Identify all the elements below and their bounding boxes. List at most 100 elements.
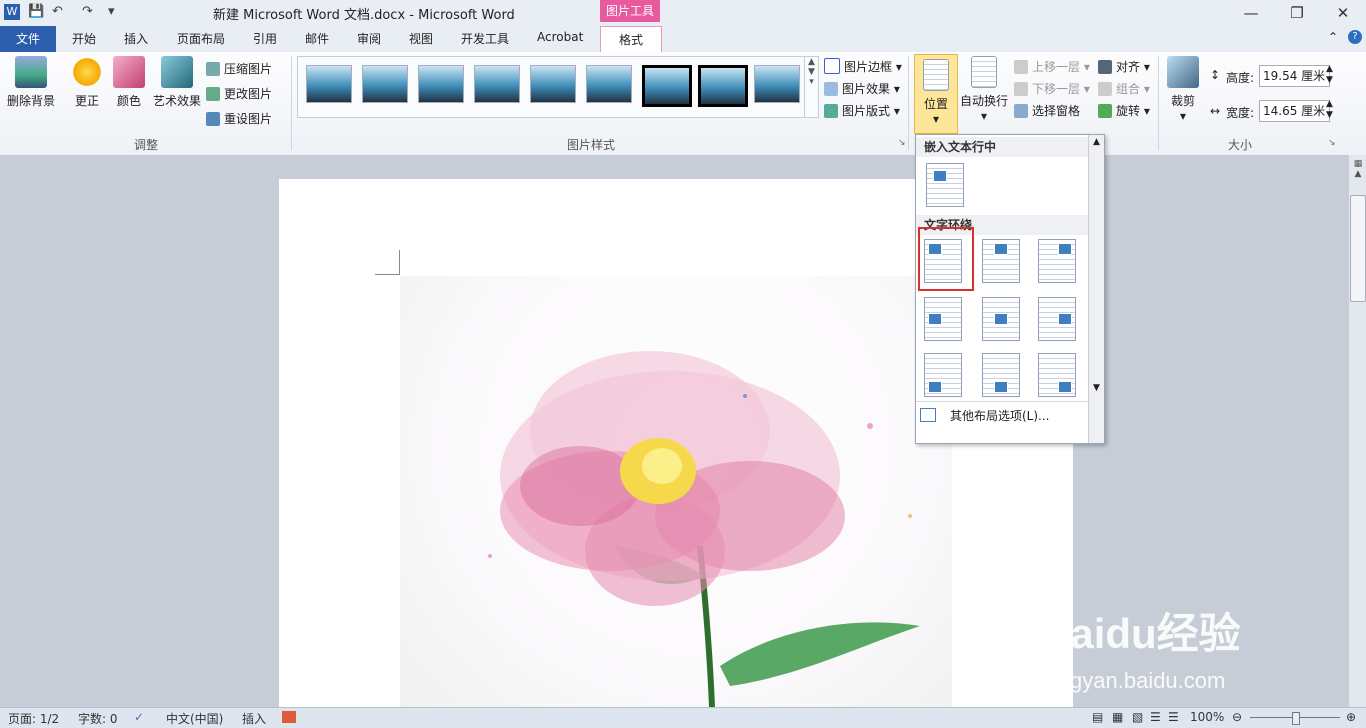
tab-insert[interactable]: 插入 [124, 30, 148, 47]
bring-forward-button[interactable]: 上移一层 ▾ [1014, 58, 1090, 75]
redo-icon[interactable]: ↷ [82, 4, 93, 19]
crop-icon [1167, 56, 1199, 88]
position-bottom-center-option[interactable] [982, 353, 1020, 397]
picture-style-4[interactable] [474, 65, 520, 103]
picture-style-9[interactable] [754, 65, 800, 103]
picture-style-2[interactable] [362, 65, 408, 103]
peony-watercolor-image[interactable] [400, 276, 952, 708]
undo-icon[interactable]: ↶ [52, 4, 63, 19]
size-dialog-launcher-icon[interactable]: ↘ [1328, 138, 1336, 148]
width-spinner[interactable]: ▲ ▼ [1326, 99, 1333, 121]
height-spinner[interactable]: ▲ ▼ [1326, 64, 1333, 86]
position-middle-right-option[interactable] [1038, 297, 1076, 341]
inline-with-text-option[interactable] [926, 163, 964, 207]
position-button[interactable]: 位置 ▾ [914, 54, 958, 134]
reset-picture-button[interactable]: 重设图片 [206, 110, 272, 127]
customize-icon[interactable]: ▾ [108, 4, 115, 19]
wrap-text-icon [971, 56, 997, 88]
tab-format[interactable]: 格式 [600, 26, 662, 54]
position-bottom-right-option[interactable] [1038, 353, 1076, 397]
picture-style-3[interactable] [418, 65, 464, 103]
change-picture-button[interactable]: 更改图片 [206, 85, 272, 102]
layout-options-icon [920, 408, 936, 422]
align-button[interactable]: 对齐 ▾ [1098, 58, 1150, 75]
zoom-slider-thumb[interactable] [1292, 712, 1300, 725]
corrections-button[interactable]: 更正 [70, 56, 104, 109]
bring-forward-icon [1014, 60, 1028, 74]
zoom-level[interactable]: 100% [1190, 710, 1224, 724]
position-top-right-option[interactable] [1038, 239, 1076, 283]
position-middle-center-option[interactable] [982, 297, 1020, 341]
full-screen-view-icon[interactable]: ▦ [1112, 710, 1123, 724]
watermark-url: jingyan.baidu.com [1048, 668, 1226, 693]
more-layout-options-button[interactable]: 其他布局选项(L)... [920, 407, 1050, 424]
tab-acrobat[interactable]: Acrobat [537, 30, 583, 44]
zoom-out-icon[interactable]: ⊖ [1232, 710, 1242, 724]
tab-references[interactable]: 引用 [253, 30, 277, 47]
tab-mailings[interactable]: 邮件 [305, 30, 329, 47]
separator [908, 56, 909, 150]
dialog-launcher-icon[interactable]: ↘ [898, 138, 906, 148]
tab-page-layout[interactable]: 页面布局 [177, 30, 225, 47]
crop-button[interactable]: 裁剪 ▾ [1164, 56, 1202, 123]
tab-home[interactable]: 开始 [72, 30, 96, 47]
tab-developer[interactable]: 开发工具 [461, 30, 509, 47]
insert-mode[interactable]: 插入 [242, 710, 266, 727]
picture-border-button[interactable]: 图片边框 ▾ [824, 58, 902, 75]
picture-layout-button[interactable]: 图片版式 ▾ [824, 102, 900, 119]
ribbon-collapse-icon[interactable]: ⌃ [1328, 30, 1338, 44]
close-icon[interactable]: ✕ [1328, 4, 1358, 22]
web-layout-view-icon[interactable]: ▧ [1132, 710, 1143, 724]
width-input[interactable]: 14.65 厘米 [1259, 100, 1330, 122]
send-backward-button[interactable]: 下移一层 ▾ [1014, 80, 1090, 97]
watermark-brand: Baidu经验 [1040, 610, 1241, 657]
word-count[interactable]: 字数: 0 [78, 710, 118, 727]
scrollbar-thumb[interactable] [1350, 195, 1366, 302]
rotate-button[interactable]: 旋转 ▾ [1098, 102, 1150, 119]
wrap-text-button[interactable]: 自动换行 ▾ [958, 56, 1010, 123]
zoom-in-icon[interactable]: ⊕ [1346, 710, 1356, 724]
position-top-center-option[interactable] [982, 239, 1020, 283]
remove-background-button[interactable]: 删除背景 [4, 56, 58, 109]
tab-review[interactable]: 审阅 [357, 30, 381, 47]
selection-pane-button[interactable]: 选择窗格 [1014, 102, 1080, 119]
tab-file[interactable]: 文件 [0, 26, 56, 52]
print-layout-view-icon[interactable]: ▤ [1092, 710, 1103, 724]
picture-effects-button[interactable]: 图片效果 ▾ [824, 80, 900, 97]
separator [291, 56, 292, 150]
outline-view-icon[interactable]: ☰ [1150, 710, 1161, 724]
scroll-up-icon[interactable]: ▲ [1349, 169, 1366, 179]
send-backward-icon [1014, 82, 1028, 96]
picture-style-1[interactable] [306, 65, 352, 103]
restore-icon[interactable]: ❐ [1282, 4, 1312, 22]
tab-view[interactable]: 视图 [409, 30, 433, 47]
word-app-icon[interactable]: W [4, 4, 20, 20]
position-icon [923, 59, 949, 91]
save-icon[interactable]: 💾 [28, 4, 44, 19]
compress-pictures-button[interactable]: 压缩图片 [206, 60, 272, 77]
color-button[interactable]: 颜色 [112, 56, 146, 109]
page-count[interactable]: 页面: 1/2 [8, 710, 59, 727]
position-middle-left-option[interactable] [924, 297, 962, 341]
position-bottom-left-option[interactable] [924, 353, 962, 397]
dropdown-scroll-up-icon[interactable]: ▲ [1089, 137, 1104, 147]
picture-style-7[interactable] [642, 65, 692, 107]
minimize-icon[interactable]: — [1236, 4, 1266, 22]
artistic-effects-button[interactable]: 艺术效果 [150, 56, 204, 109]
group-button[interactable]: 组合 ▾ [1098, 80, 1150, 97]
picture-style-5[interactable] [530, 65, 576, 103]
picture-style-8[interactable] [698, 65, 748, 107]
language-indicator[interactable]: 中文(中国) [166, 710, 223, 727]
gallery-scroll[interactable]: ▲ ▼ ▾ [804, 57, 818, 117]
height-input[interactable]: 19.54 厘米 [1259, 65, 1330, 87]
macro-record-icon[interactable] [282, 711, 296, 723]
inline-header: 嵌入文本行中 [916, 137, 1096, 157]
dropdown-scrollbar[interactable]: ▲ ▼ [1088, 135, 1104, 443]
draft-view-icon[interactable]: ☰ [1168, 710, 1179, 724]
picture-style-6[interactable] [586, 65, 632, 103]
ruler-toggle-icon[interactable]: ▦ [1349, 159, 1366, 169]
help-icon[interactable]: ? [1348, 30, 1362, 44]
proofing-icon[interactable]: ✓ [134, 710, 144, 724]
window-title: 新建 Microsoft Word 文档.docx - Microsoft Wo… [213, 8, 515, 23]
dropdown-scroll-down-icon[interactable]: ▼ [1089, 383, 1104, 393]
